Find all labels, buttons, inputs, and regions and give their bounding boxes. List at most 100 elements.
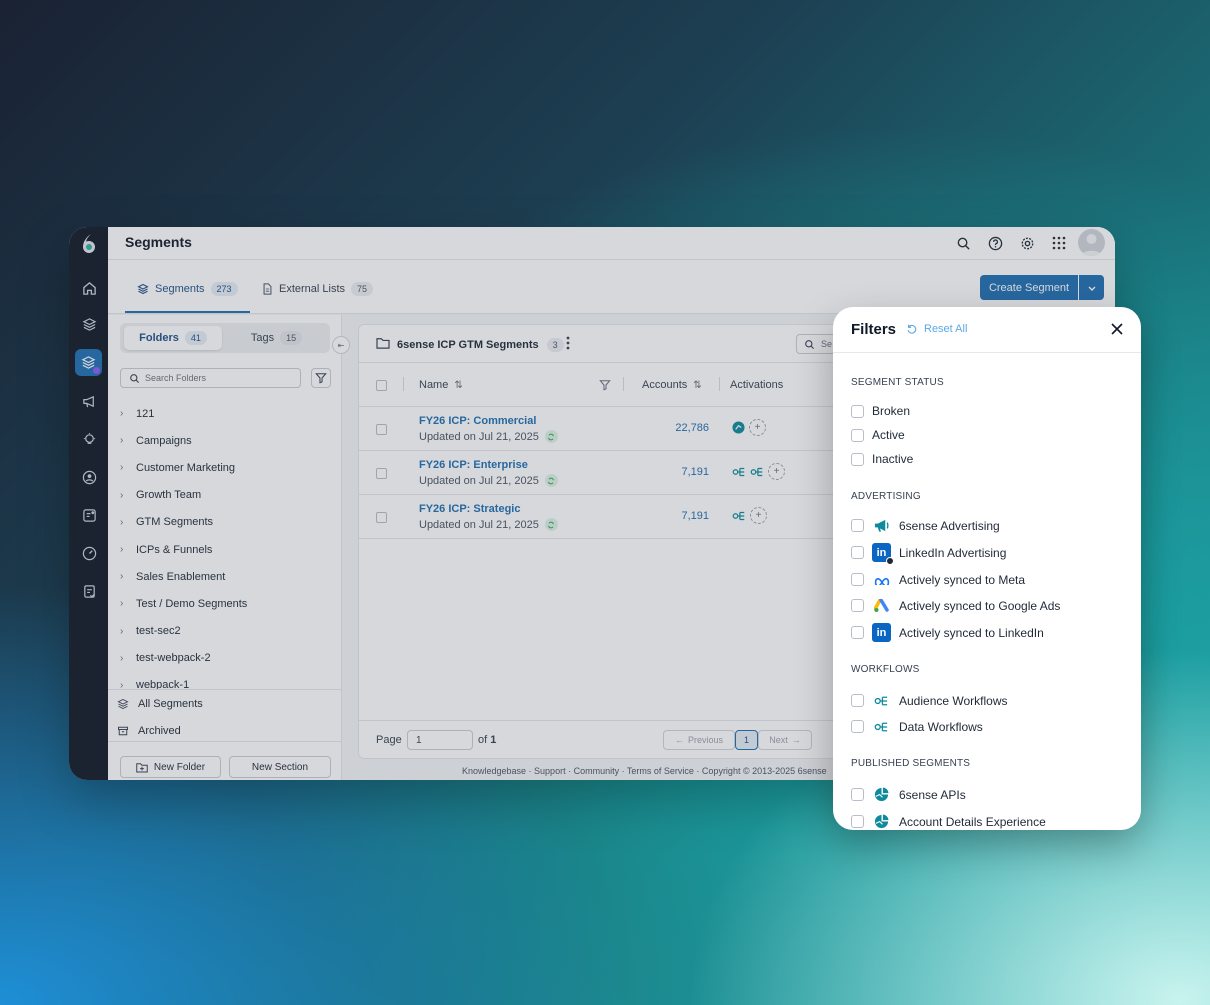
folder-item[interactable]: › 121 bbox=[108, 400, 341, 427]
sort-icon[interactable]: ⇅ bbox=[454, 380, 462, 391]
checkbox[interactable] bbox=[851, 546, 864, 559]
folder-item[interactable]: › ICPs & Funnels bbox=[108, 536, 341, 563]
checkbox[interactable] bbox=[851, 599, 864, 612]
accounts-count[interactable]: 22,786 bbox=[649, 422, 709, 434]
segment-name-link[interactable]: FY26 ICP: Strategic bbox=[419, 503, 520, 515]
tags-toggle[interactable]: Tags 15 bbox=[227, 326, 326, 350]
checkbox[interactable] bbox=[851, 815, 864, 828]
checkbox[interactable] bbox=[851, 694, 864, 707]
search-icon[interactable] bbox=[953, 233, 973, 253]
panel-actions: New Folder New Section bbox=[108, 741, 341, 780]
filter-google-ads[interactable]: Actively synced to Google Ads bbox=[851, 596, 1060, 615]
accounts-column-header[interactable]: Accounts ⇅ bbox=[642, 379, 702, 391]
name-column-header[interactable]: Name ⇅ bbox=[419, 379, 463, 391]
sort-icon[interactable]: ⇅ bbox=[693, 380, 701, 391]
filter-active[interactable]: Active bbox=[851, 428, 905, 442]
folder-item[interactable]: › Growth Team bbox=[108, 482, 341, 509]
add-activation-button[interactable]: + bbox=[768, 463, 785, 480]
archived-link[interactable]: Archived bbox=[108, 717, 341, 744]
next-button[interactable]: Next → bbox=[758, 730, 812, 750]
add-activation-button[interactable]: + bbox=[750, 507, 767, 524]
folder-item[interactable]: › Sales Enablement bbox=[108, 563, 341, 590]
checkbox[interactable] bbox=[851, 626, 864, 639]
checkbox[interactable] bbox=[851, 452, 864, 466]
checkbox[interactable] bbox=[851, 720, 864, 733]
gauge-icon[interactable] bbox=[77, 541, 101, 565]
row-checkbox[interactable] bbox=[376, 468, 387, 479]
filter-meta[interactable]: Actively synced to Meta bbox=[851, 570, 1025, 589]
filter-data-workflows[interactable]: Data Workflows bbox=[851, 717, 983, 736]
checkbox[interactable] bbox=[851, 573, 864, 586]
lightbulb-icon[interactable] bbox=[77, 427, 101, 451]
folder-item[interactable]: › test-sec2 bbox=[108, 618, 341, 645]
layers-icon[interactable] bbox=[77, 312, 101, 336]
folder-label: test-webpack-2 bbox=[136, 652, 211, 665]
help-icon[interactable] bbox=[985, 233, 1005, 253]
filter-icon[interactable] bbox=[599, 379, 611, 391]
sync-icon bbox=[544, 474, 558, 487]
search-placeholder: Search Folders bbox=[145, 373, 207, 383]
filter-6sense-apis[interactable]: 6sense APIs bbox=[851, 785, 966, 804]
filter-inactive[interactable]: Inactive bbox=[851, 452, 913, 466]
sync-icon bbox=[544, 430, 558, 443]
filter-linkedin-sync[interactable]: in Actively synced to LinkedIn bbox=[851, 623, 1044, 642]
accounts-count[interactable]: 7,191 bbox=[649, 510, 709, 522]
filter-label: Actively synced to LinkedIn bbox=[899, 625, 1044, 640]
select-all-checkbox[interactable] bbox=[376, 380, 387, 391]
filter-broken[interactable]: Broken bbox=[851, 404, 910, 418]
chevron-right-icon: › bbox=[120, 598, 124, 610]
create-segment-dropdown[interactable] bbox=[1079, 275, 1104, 300]
megaphone-icon[interactable] bbox=[77, 389, 101, 413]
filter-linkedin-advertising[interactable]: in LinkedIn Advertising bbox=[851, 543, 1006, 565]
page-input[interactable]: 1 bbox=[407, 730, 473, 750]
folder-item[interactable]: › GTM Segments bbox=[108, 509, 341, 536]
row-checkbox[interactable] bbox=[376, 424, 387, 435]
avatar[interactable] bbox=[1078, 229, 1105, 256]
tab-segments[interactable]: Segments 273 bbox=[137, 282, 238, 296]
folder-filter-button[interactable] bbox=[311, 368, 331, 388]
document-check-icon[interactable] bbox=[77, 579, 101, 603]
folder-item[interactable]: › webpack-1 bbox=[108, 672, 341, 690]
segment-name-link[interactable]: FY26 ICP: Enterprise bbox=[419, 459, 528, 471]
search-folders-input[interactable]: Search Folders bbox=[120, 368, 301, 388]
page-number-button[interactable]: 1 bbox=[735, 730, 758, 750]
folder-label: Sales Enablement bbox=[136, 570, 226, 583]
close-icon[interactable] bbox=[1109, 321, 1125, 337]
checkbox[interactable] bbox=[851, 519, 864, 532]
footer-links[interactable]: Knowledgebase · Support · Community · Te… bbox=[462, 766, 827, 776]
new-folder-button[interactable]: New Folder bbox=[120, 756, 221, 778]
checkbox[interactable] bbox=[851, 428, 864, 442]
apps-grid-icon[interactable] bbox=[1049, 233, 1069, 253]
row-checkbox[interactable] bbox=[376, 512, 387, 523]
report-icon[interactable] bbox=[77, 503, 101, 527]
filter-audience-workflows[interactable]: Audience Workflows bbox=[851, 691, 1008, 710]
gear-icon[interactable] bbox=[1017, 233, 1037, 253]
folders-toggle[interactable]: Folders 41 bbox=[124, 326, 222, 350]
accounts-count[interactable]: 7,191 bbox=[649, 466, 709, 478]
tab-label: Segments bbox=[155, 283, 205, 295]
segment-name-link[interactable]: FY26 ICP: Commercial bbox=[419, 415, 536, 427]
previous-button[interactable]: ← Previous bbox=[663, 730, 735, 750]
collapse-panel-button[interactable]: ⇤ bbox=[332, 336, 350, 354]
folder-item[interactable]: › test-webpack-2 bbox=[108, 645, 341, 672]
folder-item[interactable]: › Campaigns bbox=[108, 427, 341, 454]
of-label: of bbox=[478, 734, 488, 746]
folder-item[interactable]: › Test / Demo Segments bbox=[108, 590, 341, 617]
checkbox[interactable] bbox=[851, 404, 864, 418]
segments-nav-icon[interactable] bbox=[75, 349, 102, 376]
tab-external-lists[interactable]: External Lists 75 bbox=[262, 282, 374, 296]
home-icon[interactable] bbox=[77, 276, 101, 300]
toggle-label: Folders bbox=[139, 332, 179, 344]
kebab-menu-icon[interactable] bbox=[566, 336, 570, 350]
reset-all-button[interactable]: Reset All bbox=[906, 323, 967, 335]
folder-item[interactable]: › Customer Marketing bbox=[108, 454, 341, 481]
filter-6sense-advertising[interactable]: 6sense Advertising bbox=[851, 516, 1000, 535]
checkbox[interactable] bbox=[851, 788, 864, 801]
filter-account-details-experience[interactable]: Account Details Experience bbox=[851, 812, 1046, 830]
create-segment-button[interactable]: Create Segment bbox=[980, 275, 1078, 300]
add-activation-button[interactable]: + bbox=[749, 419, 766, 436]
new-section-button[interactable]: New Section bbox=[229, 756, 331, 778]
updated-label: Updated on Jul 21, 2025 bbox=[419, 474, 539, 487]
user-circle-icon[interactable] bbox=[77, 465, 101, 489]
all-segments-link[interactable]: All Segments bbox=[108, 690, 341, 717]
